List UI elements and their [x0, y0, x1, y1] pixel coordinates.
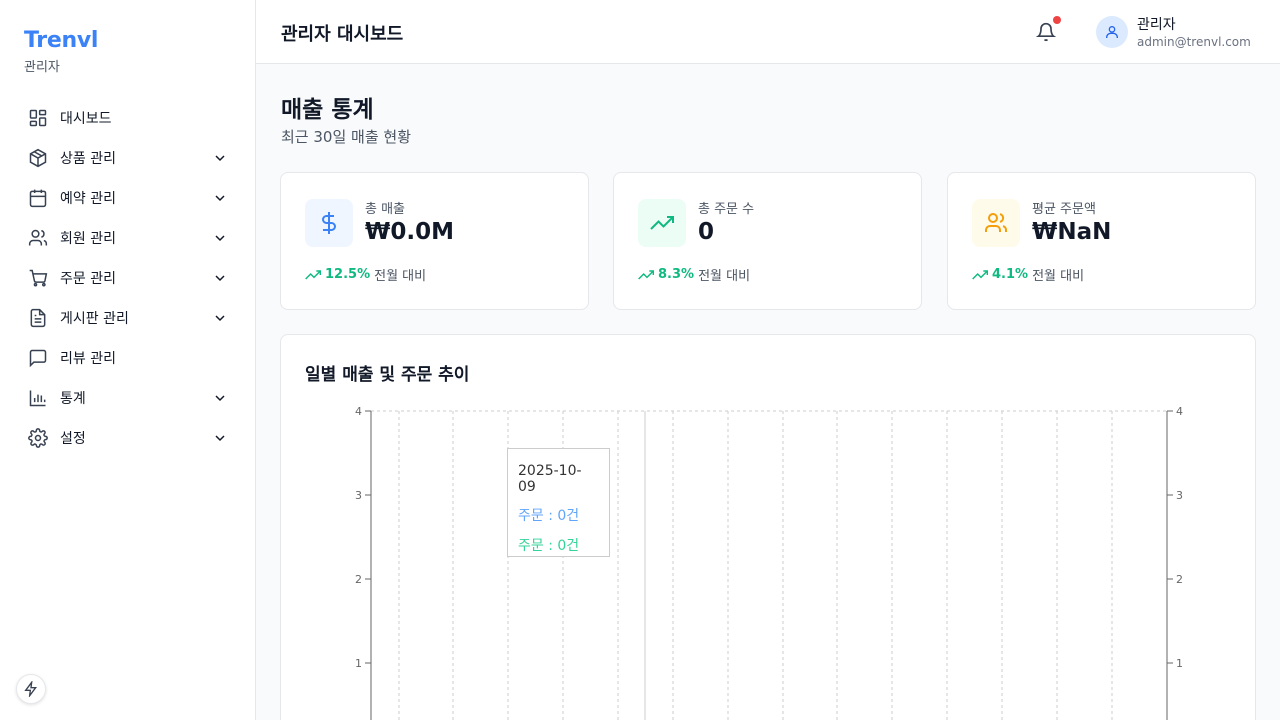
dollar-icon — [305, 199, 353, 247]
y-tick-label-left: 4 — [355, 405, 362, 418]
stat-value: 0 — [698, 219, 715, 245]
sidebar-item-label: 상품 관리 — [60, 151, 116, 167]
dashboard-icon — [28, 108, 48, 128]
sidebar-item-label: 설정 — [60, 431, 86, 447]
y-tick-label-left: 2 — [355, 573, 362, 586]
sidebar-item-label: 주문 관리 — [60, 271, 116, 287]
sidebar-item-label: 대시보드 — [60, 111, 112, 127]
bolt-icon[interactable] — [16, 674, 46, 704]
sidebar-item-reservations[interactable]: 예약 관리 — [16, 178, 240, 218]
user-name: 관리자 — [1137, 17, 1176, 33]
sidebar-item-orders[interactable]: 주문 관리 — [16, 258, 240, 298]
users-icon — [972, 199, 1020, 247]
avatar[interactable] — [1096, 16, 1128, 48]
stat-value: ₩0.0M — [365, 219, 455, 245]
stat-value: ₩NaN — [1032, 219, 1112, 245]
page-subtitle: 최근 30일 매출 현황 — [281, 128, 411, 146]
brand-subtitle: 관리자 — [24, 60, 60, 75]
stat-label: 평균 주문액 — [1032, 202, 1096, 217]
stat-trend: 8.3% 전월 대비 — [638, 265, 750, 284]
chart-tooltip: 2025-10-09 주문 : 0건 주문 : 0건 — [507, 448, 610, 557]
sidebar: Trenvl 관리자 대시보드 상품 관리 예약 관리 회원 관리 주문 관리 … — [0, 0, 256, 720]
stat-change: 12.5% — [325, 267, 371, 282]
chevron-down-icon — [212, 390, 228, 406]
sidebar-item-statistics[interactable]: 통계 — [16, 378, 240, 418]
trending-up-icon — [638, 199, 686, 247]
y-tick-label-left: 3 — [355, 489, 362, 502]
calendar-icon — [28, 188, 48, 208]
y-tick-label-right: 4 — [1176, 405, 1183, 418]
sidebar-item-reviews[interactable]: 리뷰 관리 — [16, 338, 240, 378]
stat-card-avg-order: 평균 주문액 ₩NaN 4.1% 전월 대비 — [947, 172, 1256, 310]
sidebar-item-label: 통계 — [60, 391, 86, 407]
chevron-down-icon — [212, 190, 228, 206]
stat-trend: 12.5% 전월 대비 — [305, 265, 426, 284]
users-icon — [28, 228, 48, 248]
header-title: 관리자 대시보드 — [281, 24, 404, 45]
stat-compare: 전월 대비 — [374, 269, 427, 284]
document-icon — [28, 308, 48, 328]
sidebar-item-dashboard[interactable]: 대시보드 — [16, 98, 240, 138]
package-icon — [28, 148, 48, 168]
message-icon — [28, 348, 48, 368]
stat-change: 4.1% — [992, 267, 1029, 282]
chevron-down-icon — [212, 430, 228, 446]
y-tick-label-left: 1 — [355, 657, 362, 670]
stat-compare: 전월 대비 — [698, 269, 751, 284]
sidebar-item-label: 리뷰 관리 — [60, 351, 116, 367]
gear-icon — [28, 428, 48, 448]
stat-card-total-sales: 총 매출 ₩0.0M 12.5% 전월 대비 — [280, 172, 589, 310]
chevron-down-icon — [212, 310, 228, 326]
stat-change: 8.3% — [658, 267, 695, 282]
sales-chart-card: 일별 매출 및 주문 추이 12341234 2025-10-09 주문 : 0… — [280, 334, 1256, 720]
sidebar-nav: 대시보드 상품 관리 예약 관리 회원 관리 주문 관리 게시판 관리 리뷰 관… — [16, 98, 240, 458]
sidebar-item-label: 회원 관리 — [60, 231, 116, 247]
chevron-down-icon — [212, 150, 228, 166]
y-tick-label-right: 1 — [1176, 657, 1183, 670]
main-content: 매출 통계 최근 30일 매출 현황 총 매출 ₩0.0M 12.5% 전월 대… — [256, 64, 1280, 720]
bell-icon[interactable] — [1035, 22, 1057, 42]
sidebar-item-members[interactable]: 회원 관리 — [16, 218, 240, 258]
tooltip-date: 2025-10-09 — [518, 463, 582, 495]
chevron-down-icon — [212, 270, 228, 286]
top-header: 관리자 대시보드 관리자 admin@trenvl.com — [256, 0, 1280, 64]
sidebar-item-label: 게시판 관리 — [60, 311, 129, 327]
trending-up-icon — [972, 267, 988, 283]
brand-logo[interactable]: Trenvl — [24, 28, 98, 53]
sales-chart[interactable]: 1 2 3 4 1 2 3 4 — [281, 335, 1257, 720]
chevron-down-icon — [212, 230, 228, 246]
y-tick-label-right: 3 — [1176, 489, 1183, 502]
tooltip-series-2: 주문 : 0건 — [518, 538, 580, 554]
stat-trend: 4.1% 전월 대비 — [972, 265, 1084, 284]
cart-icon — [28, 268, 48, 288]
stat-label: 총 주문 수 — [698, 202, 755, 217]
trending-up-icon — [305, 267, 321, 283]
stat-compare: 전월 대비 — [1032, 269, 1085, 284]
stat-card-total-orders: 총 주문 수 0 8.3% 전월 대비 — [613, 172, 922, 310]
sidebar-item-boards[interactable]: 게시판 관리 — [16, 298, 240, 338]
sidebar-item-label: 예약 관리 — [60, 191, 116, 207]
page-title: 매출 통계 — [281, 97, 374, 123]
bar-chart-icon — [28, 388, 48, 408]
stat-label: 총 매출 — [365, 202, 406, 217]
sidebar-item-settings[interactable]: 설정 — [16, 418, 240, 458]
sidebar-item-products[interactable]: 상품 관리 — [16, 138, 240, 178]
trending-up-icon — [638, 267, 654, 283]
tooltip-series-1: 주문 : 0건 — [518, 508, 580, 524]
notification-dot — [1053, 16, 1061, 24]
user-email: admin@trenvl.com — [1137, 35, 1251, 49]
y-tick-label-right: 2 — [1176, 573, 1183, 586]
